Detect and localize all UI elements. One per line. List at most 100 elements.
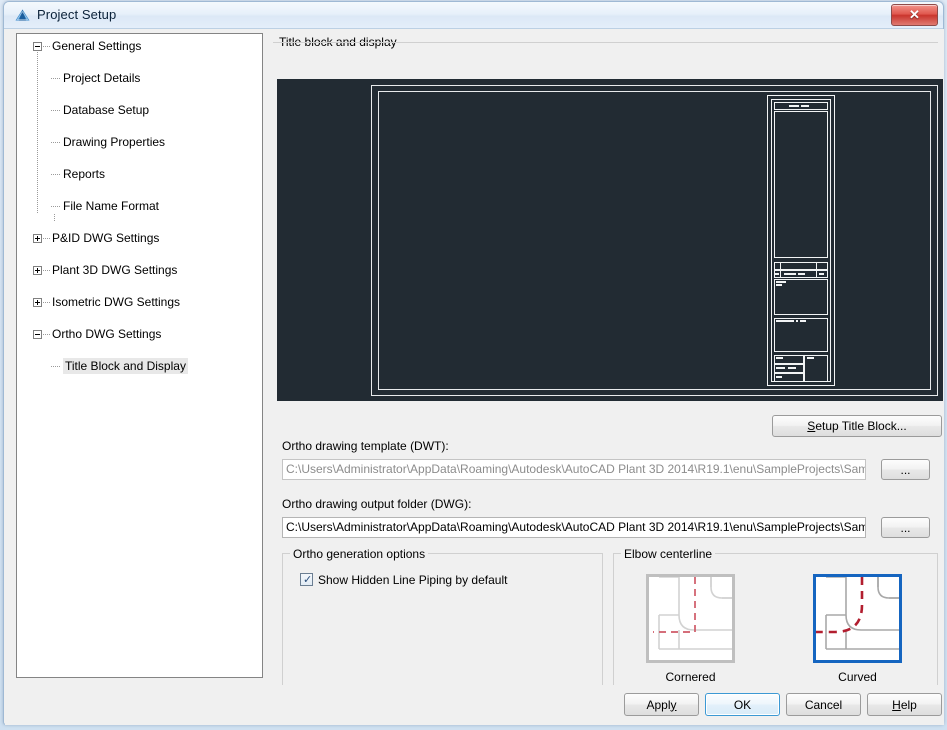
elbow-option-curved[interactable] xyxy=(813,574,902,663)
tree-node-ortho-dwg-settings[interactable]: Ortho DWG Settings xyxy=(17,326,262,342)
title-block-header-text xyxy=(801,105,809,107)
tree-connector xyxy=(51,366,61,367)
elbow-option-cornered-caption: Cornered xyxy=(665,670,716,684)
title-block-row-text xyxy=(784,273,796,275)
setup-title-block-button[interactable]: Setup Title Block... xyxy=(772,415,942,437)
ortho-template-label: Ortho drawing template (DWT): xyxy=(282,439,449,453)
tree-connector xyxy=(51,78,61,79)
tree-connector xyxy=(51,110,61,111)
tree-node-label: Reports xyxy=(63,167,106,181)
title-block-label-text xyxy=(788,367,796,369)
tree-toggle-plus-icon[interactable] xyxy=(33,234,42,243)
title-block-label-text xyxy=(776,281,786,283)
tree-node-label: Ortho DWG Settings xyxy=(52,327,162,341)
title-block-cell-divider xyxy=(816,262,817,278)
tree-node-pid-dwg-settings[interactable]: P&ID DWG Settings xyxy=(17,230,262,246)
tree-toggle-minus-icon[interactable] xyxy=(33,330,42,339)
browse-ellipsis-label: ... xyxy=(900,462,911,477)
elbow-option-cornered[interactable] xyxy=(646,574,735,663)
autodesk-triangle-icon xyxy=(14,7,31,24)
tree-node-project-details[interactable]: Project Details xyxy=(17,70,262,86)
tree-trunk-ortho xyxy=(54,214,55,222)
tree-node-label: Project Details xyxy=(63,71,141,85)
project-setup-window: Project Setup ✕ General Settings Project… xyxy=(0,0,947,730)
apply-button-label: Apply xyxy=(646,697,677,712)
title-block-label-text xyxy=(800,320,806,322)
tree-node-plant3d-dwg-settings[interactable]: Plant 3D DWG Settings xyxy=(17,262,262,278)
ortho-template-browse-button[interactable]: ... xyxy=(881,459,930,480)
title-block-sheet-cell xyxy=(804,355,828,382)
drawing-preview-canvas xyxy=(277,79,943,401)
tree-node-label: Plant 3D DWG Settings xyxy=(52,263,178,277)
close-button[interactable]: ✕ xyxy=(891,4,938,26)
help-button-label: Help xyxy=(892,697,917,712)
tree-connector xyxy=(43,238,51,239)
title-block-label-text xyxy=(776,320,794,322)
apply-button[interactable]: Apply xyxy=(624,693,699,716)
tree-node-drawing-properties[interactable]: Drawing Properties xyxy=(17,134,262,150)
tree-node-file-name-format[interactable]: File Name Format xyxy=(17,198,262,214)
ortho-output-label: Ortho drawing output folder (DWG): xyxy=(282,497,472,511)
tree-node-database-setup[interactable]: Database Setup xyxy=(17,102,262,118)
title-block-revision-row xyxy=(774,262,828,270)
title-block-label-text xyxy=(796,320,798,322)
tree-toggle-minus-icon[interactable] xyxy=(33,42,42,51)
tree-node-label: Database Setup xyxy=(63,103,150,117)
tree-trunk-general xyxy=(37,54,38,134)
sheet-inner-border xyxy=(378,91,931,390)
ortho-output-input[interactable]: C:\Users\Administrator\AppData\Roaming\A… xyxy=(282,517,866,538)
cancel-button[interactable]: Cancel xyxy=(786,693,861,716)
tree-toggle-plus-icon[interactable] xyxy=(33,298,42,307)
tree-node-label: Isometric DWG Settings xyxy=(52,295,181,309)
title-block-title-area xyxy=(774,318,828,352)
ok-button[interactable]: OK xyxy=(705,693,780,716)
cornered-elbow-icon xyxy=(653,577,732,650)
title-block-notes-area xyxy=(774,111,828,258)
tree-node-isometric-dwg-settings[interactable]: Isometric DWG Settings xyxy=(17,294,262,310)
browse-ellipsis-label: ... xyxy=(900,520,911,535)
title-block-label-text xyxy=(776,367,785,369)
title-block-label-text xyxy=(776,284,782,286)
tree-toggle-plus-icon[interactable] xyxy=(33,266,42,275)
tree-node-general-settings[interactable]: General Settings xyxy=(17,38,262,54)
ortho-generation-options-title: Ortho generation options xyxy=(290,547,429,561)
ortho-template-input[interactable]: C:\Users\Administrator\AppData\Roaming\A… xyxy=(282,459,866,480)
dialog-client-area: General Settings Project Details Databas… xyxy=(5,29,944,725)
tree-connector xyxy=(43,46,51,47)
show-hidden-line-piping-checkbox[interactable]: ✓ xyxy=(300,573,313,586)
window-title: Project Setup xyxy=(37,7,117,22)
close-icon: ✕ xyxy=(909,7,920,22)
help-button[interactable]: Help xyxy=(867,693,942,716)
ok-button-label: OK xyxy=(733,697,752,712)
settings-tree: General Settings Project Details Databas… xyxy=(17,38,262,374)
tree-connector xyxy=(43,270,51,271)
window-frame: Project Setup ✕ General Settings Project… xyxy=(3,1,944,725)
setup-title-block-label: Setup Title Block... xyxy=(807,419,907,433)
title-block-label-text xyxy=(776,357,783,359)
tree-node-label-selected: Title Block and Display xyxy=(63,358,188,374)
settings-tree-panel[interactable]: General Settings Project Details Databas… xyxy=(16,33,263,678)
ortho-output-browse-button[interactable]: ... xyxy=(881,517,930,538)
tree-connector xyxy=(51,206,61,207)
tree-connector xyxy=(43,302,51,303)
group-divider xyxy=(273,42,938,43)
title-block-header-text xyxy=(789,105,799,107)
curved-elbow-icon xyxy=(816,577,899,650)
elbow-option-curved-caption: Curved xyxy=(838,670,877,684)
elbow-centerline-title: Elbow centerline xyxy=(621,547,716,561)
tree-connector xyxy=(51,174,61,175)
tree-node-reports[interactable]: Reports xyxy=(17,166,262,182)
title-block-project-area xyxy=(774,279,828,315)
title-block-cell-divider xyxy=(780,262,781,278)
tree-node-label: Drawing Properties xyxy=(63,135,166,149)
tree-node-label: File Name Format xyxy=(63,199,160,213)
title-bar: Project Setup ✕ xyxy=(4,2,943,29)
title-block-label-text xyxy=(776,376,782,378)
title-block-row-text xyxy=(819,273,824,275)
cancel-button-label: Cancel xyxy=(804,697,843,712)
tree-node-title-block-and-display[interactable]: Title Block and Display xyxy=(17,358,262,374)
tree-node-label: General Settings xyxy=(52,39,142,53)
show-hidden-line-piping-label: Show Hidden Line Piping by default xyxy=(318,573,508,587)
title-block-row-text xyxy=(775,273,779,275)
title-block-row-text xyxy=(798,273,805,275)
